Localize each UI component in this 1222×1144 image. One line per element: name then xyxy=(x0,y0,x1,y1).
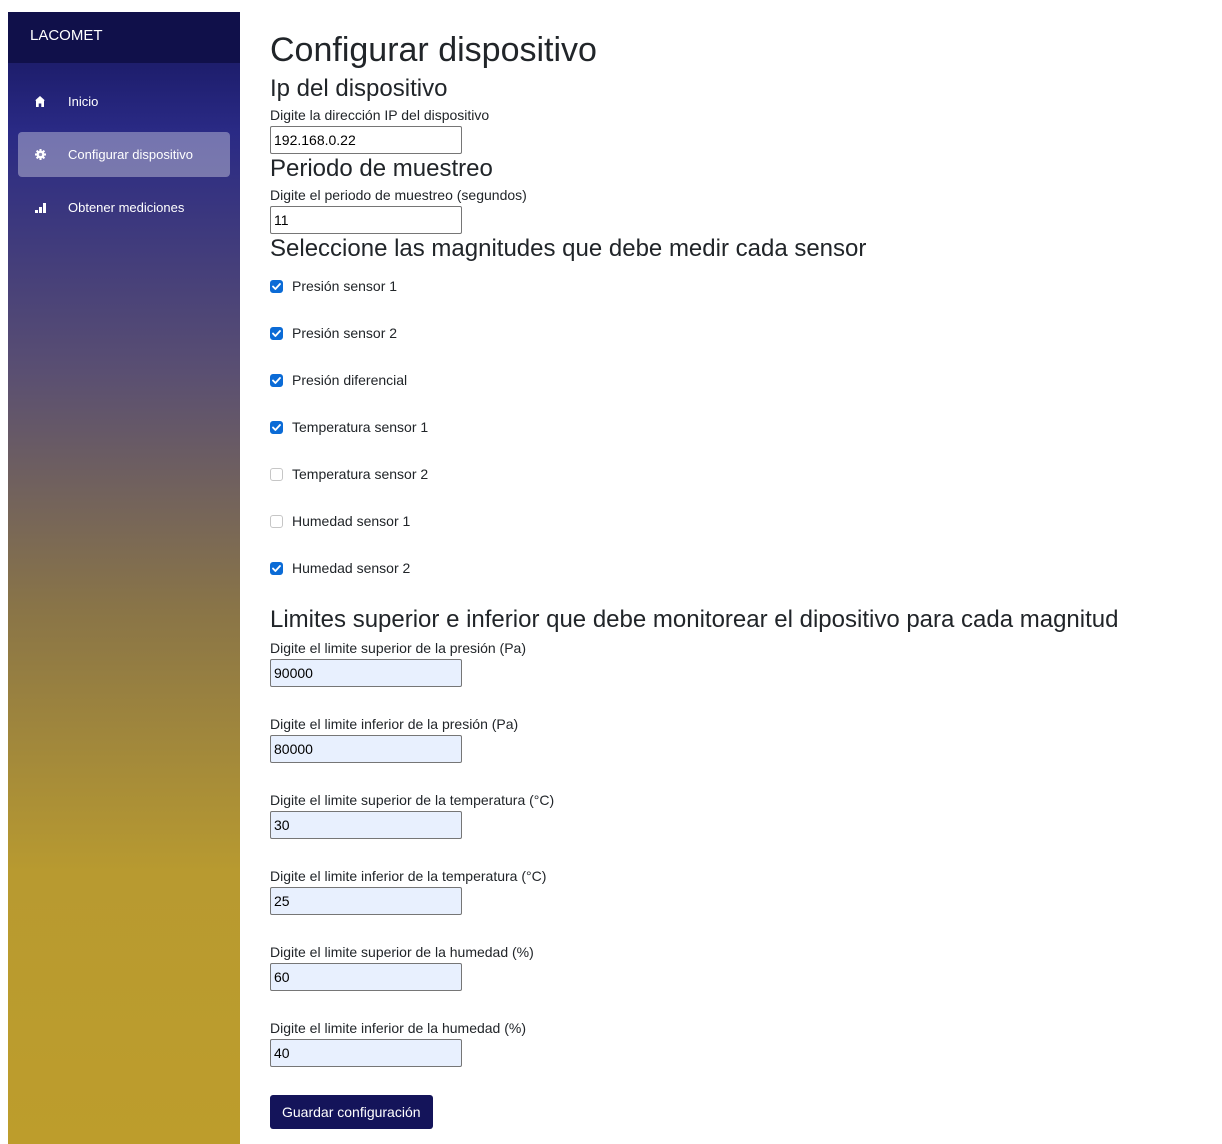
limit-field-group: Digite el limite superior de la humedad … xyxy=(270,943,1210,991)
limit-field-label: Digite el limite inferior de la temperat… xyxy=(270,868,547,884)
checkbox-checked[interactable] xyxy=(270,326,283,340)
magnitude-option-label: Presión diferencial xyxy=(292,372,408,388)
home-icon xyxy=(34,96,46,108)
magnitude-option-label: Humedad sensor 2 xyxy=(292,560,411,576)
magnitude-option-label: Presión sensor 1 xyxy=(292,278,398,294)
checkbox-checked[interactable] xyxy=(270,561,283,575)
brand-title[interactable]: LACOMET xyxy=(8,12,240,63)
sidebar-item-label: Obtener mediciones xyxy=(68,200,185,215)
magnitude-option[interactable]: Presión sensor 2 xyxy=(270,323,1210,343)
limit-value-input[interactable] xyxy=(270,659,462,687)
checkbox-unchecked[interactable] xyxy=(270,514,283,528)
sidebar-item-label: Inicio xyxy=(68,94,99,109)
limits-section-heading: Limites superior e inferior que debe mon… xyxy=(270,606,1119,633)
limit-value-input[interactable] xyxy=(270,887,462,915)
sidebar: LACOMET Inicio Configurar dispositivo Ob… xyxy=(8,12,240,1144)
gear-icon xyxy=(34,149,46,161)
checkbox-checked[interactable] xyxy=(270,279,283,293)
limit-field-label: Digite el limite superior de la presión … xyxy=(270,640,526,656)
ip-field-label: Digite la dirección IP del dispositivo xyxy=(270,107,490,123)
magnitudes-section-heading: Seleccione las magnitudes que debe medir… xyxy=(270,235,867,262)
checkbox-checked[interactable] xyxy=(270,420,283,434)
magnitude-option-label: Temperatura sensor 1 xyxy=(292,419,429,435)
limit-field-group: Digite el limite superior de la presión … xyxy=(270,639,1210,687)
checkbox-checked[interactable] xyxy=(270,373,283,387)
magnitude-option[interactable]: Temperatura sensor 1 xyxy=(270,417,1210,437)
limit-field-label: Digite el limite inferior de la presión … xyxy=(270,716,519,732)
limit-value-input[interactable] xyxy=(270,963,462,991)
sampling-period-input[interactable] xyxy=(270,206,462,234)
limit-field-group: Digite el limite inferior de la humedad … xyxy=(270,1019,1210,1067)
magnitude-option[interactable]: Presión sensor 1 xyxy=(270,276,1210,296)
sidebar-item-configurar-dispositivo[interactable]: Configurar dispositivo xyxy=(18,132,230,177)
checkmark-icon xyxy=(272,376,281,384)
save-configuration-button[interactable]: Guardar configuración xyxy=(270,1095,433,1129)
limit-field-group: Digite el limite superior de la temperat… xyxy=(270,791,1210,839)
checkmark-icon xyxy=(272,329,281,337)
limit-field-group: Digite el limite inferior de la temperat… xyxy=(270,867,1210,915)
sampling-field-label: Digite el periodo de muestreo (segundos) xyxy=(270,187,527,203)
checkmark-icon xyxy=(272,282,281,290)
checkmark-icon xyxy=(272,564,281,572)
limit-value-input[interactable] xyxy=(270,1039,462,1067)
magnitudes-checklist: Presión sensor 1 Presión sensor 2 Presión … xyxy=(270,276,1210,578)
limits-form: Digite el limite superior de la presión … xyxy=(270,639,1210,1067)
magnitude-option-label: Temperatura sensor 2 xyxy=(292,466,429,482)
bar-chart-icon xyxy=(34,202,46,214)
magnitude-option[interactable]: Temperatura sensor 2 xyxy=(270,464,1210,484)
sampling-section-heading: Periodo de muestreo xyxy=(270,155,493,182)
limit-field-label: Digite el limite superior de la temperat… xyxy=(270,792,555,808)
page-title: Configurar dispositivo xyxy=(270,31,597,69)
sidebar-item-inicio[interactable]: Inicio xyxy=(18,79,230,124)
limit-field-label: Digite el limite inferior de la humedad … xyxy=(270,1020,526,1036)
checkbox-unchecked[interactable] xyxy=(270,467,283,481)
sidebar-nav: Inicio Configurar dispositivo Obtener me… xyxy=(8,63,240,230)
limit-field-group: Digite el limite inferior de la presión … xyxy=(270,715,1210,763)
limit-value-input[interactable] xyxy=(270,811,462,839)
sidebar-item-obtener-mediciones[interactable]: Obtener mediciones xyxy=(18,185,230,230)
magnitude-option[interactable]: Presión diferencial xyxy=(270,370,1210,390)
sidebar-item-label: Configurar dispositivo xyxy=(68,147,194,162)
main-content: Configurar dispositivo Ip del dispositiv… xyxy=(270,26,1210,1129)
ip-section-heading: Ip del dispositivo xyxy=(270,75,448,102)
checkmark-icon xyxy=(272,423,281,431)
ip-address-input[interactable] xyxy=(270,126,462,154)
limit-value-input[interactable] xyxy=(270,735,462,763)
magnitude-option[interactable]: Humedad sensor 1 xyxy=(270,511,1210,531)
magnitude-option-label: Humedad sensor 1 xyxy=(292,513,411,529)
magnitude-option-label: Presión sensor 2 xyxy=(292,325,398,341)
magnitude-option[interactable]: Humedad sensor 2 xyxy=(270,558,1210,578)
limit-field-label: Digite el limite superior de la humedad … xyxy=(270,944,534,960)
